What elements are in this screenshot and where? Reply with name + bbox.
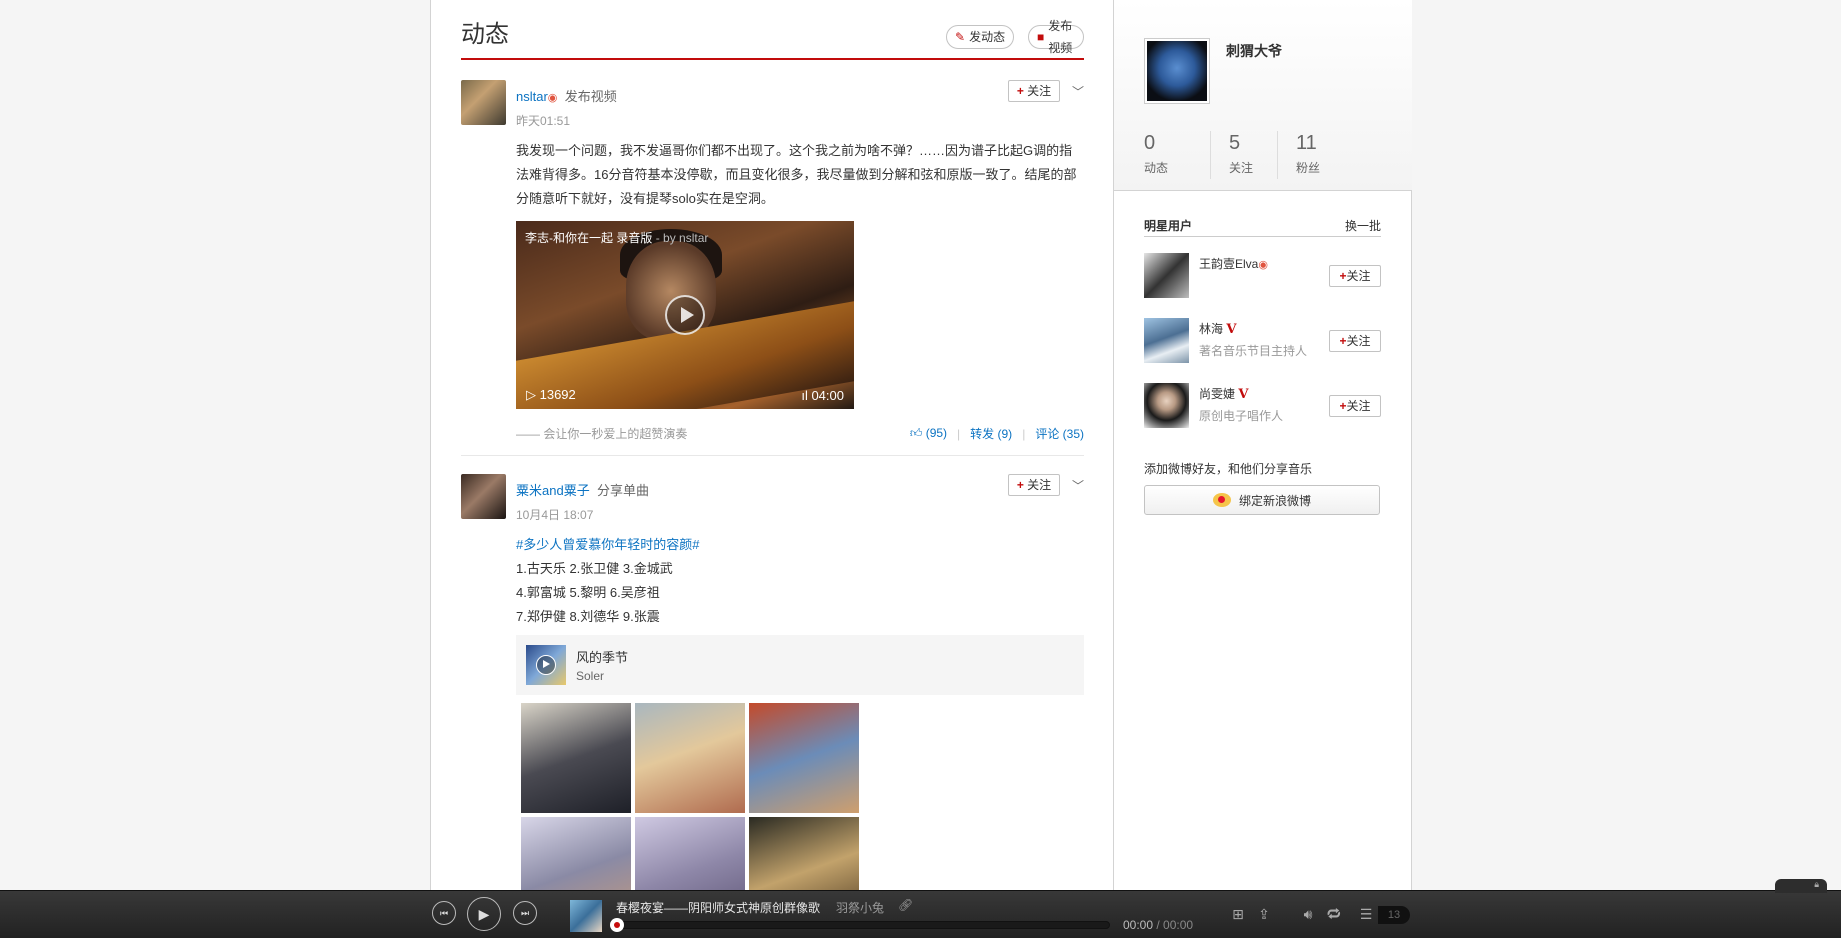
user-name[interactable]: 粟米and粟子 <box>516 483 590 498</box>
post-time: 昨天01:51 <box>516 114 571 128</box>
star-user-desc: 著名音乐节目主持人 <box>1199 344 1308 358</box>
follow-button[interactable]: +关注 <box>1329 395 1381 417</box>
feed-list: + 关注 ﹀ nsltar◉ 发布视频 昨天01:51 我发现一个问题，我不发逼… <box>461 80 1084 890</box>
post-video-button[interactable]: ■ 发布视频 <box>1028 19 1084 55</box>
post-time: 10月4日 18:07 <box>516 508 594 522</box>
bind-tip: 添加微博好友，和他们分享音乐 <box>1144 462 1313 476</box>
avatar[interactable] <box>1144 383 1189 428</box>
play-icon[interactable] <box>536 655 556 675</box>
play-icon[interactable]: ▶ <box>467 897 501 931</box>
song-artist[interactable]: Soler <box>576 669 604 683</box>
content-wrap: 动态 ✎ 发动态 ■ 发布视频 + 关注 ﹀ nsltar◉ 发布视频 昨天01… <box>430 0 1412 890</box>
sidebar: 刺猬大爷 0 动态 5 关注 11 粉丝 明星用户 换一批 王韵壹Elva◉ +关注 … <box>1114 0 1412 890</box>
pencil-icon: ✎ <box>955 30 966 44</box>
photo-grid <box>521 703 1084 890</box>
post-quote: —— 会让你一秒爱上的超赞演奏 <box>516 427 688 441</box>
add-to-playlist-icon[interactable]: ⊞ <box>1228 905 1248 923</box>
video-camera-icon: ■ <box>1037 30 1045 44</box>
lock-icon[interactable]: 🔒︎ <box>1775 879 1827 893</box>
photo[interactable] <box>635 817 745 890</box>
photo[interactable] <box>521 817 631 890</box>
star-user-name[interactable]: 王韵壹Elva <box>1199 257 1258 271</box>
post-actions: —— 会让你一秒爱上的超赞演奏 👍︎ (95) | 转发 (9) | 评论 (3… <box>516 425 1084 442</box>
verified-music-icon: ◉ <box>547 92 558 104</box>
photo[interactable] <box>749 703 859 813</box>
avatar[interactable] <box>1144 253 1189 298</box>
feed-column: 动态 ✎ 发动态 ■ 发布视频 + 关注 ﹀ nsltar◉ 发布视频 昨天01… <box>431 0 1114 890</box>
star-user-name[interactable]: 林海 <box>1199 322 1223 336</box>
profile-name[interactable]: 刺猬大爷 <box>1226 41 1282 61</box>
profile-stats: 0 动态 5 关注 11 粉丝 <box>1144 131 1345 179</box>
follow-button[interactable]: + 关注 <box>1008 474 1060 496</box>
star-user-item: 林海 V 著名音乐节目主持人 +关注 <box>1144 318 1381 364</box>
feed-item: + 关注 ﹀ 粟米and粟子 分享单曲 10月4日 18:07 #多少人曾爱慕你… <box>461 474 1084 890</box>
song-card[interactable]: 风的季节 Soler <box>516 635 1084 695</box>
avatar[interactable] <box>461 80 506 125</box>
loop-icon[interactable]: 🔁︎ <box>1324 905 1344 923</box>
profile-card: 刺猬大爷 0 动态 5 关注 11 粉丝 <box>1114 0 1412 191</box>
chevron-down-icon[interactable]: ﹀ <box>1072 83 1084 100</box>
progress-bar[interactable] <box>616 921 1110 929</box>
video-title: 李志-和你在一起 录音版 - by nsltar <box>525 231 709 245</box>
refresh-batch-link[interactable]: 换一批 <box>1345 217 1381 234</box>
star-user-desc: 原创电子唱作人 <box>1199 409 1284 423</box>
playlist-icon[interactable]: ☰ <box>1356 905 1376 923</box>
user-name[interactable]: nsltar <box>516 89 548 104</box>
star-users-header: 明星用户 换一批 <box>1144 217 1381 237</box>
follow-button[interactable]: +关注 <box>1329 330 1381 352</box>
playlist-count[interactable]: 13 <box>1378 906 1410 924</box>
avatar[interactable] <box>461 474 506 519</box>
now-playing-title[interactable]: 春樱夜宴——阴阳师女式神原创群像歌 <box>616 899 820 916</box>
now-playing-cover[interactable] <box>570 900 602 932</box>
play-count: ▷ 13692 <box>526 387 576 402</box>
share-icon[interactable]: ⇪ <box>1254 905 1274 923</box>
chevron-down-icon[interactable]: ﹀ <box>1072 477 1084 494</box>
topic-tag[interactable]: #多少人曾爱慕你年轻时的容颜# <box>516 533 1084 557</box>
star-user-item: 尚雯婕 V 原创电子唱作人 +关注 <box>1144 383 1381 429</box>
post-text: #多少人曾爱慕你年轻时的容颜# 1.古天乐 2.张卫健 3.金城武 4.郭富城 … <box>516 533 1084 629</box>
play-time: 00:00 / 00:00 <box>1123 918 1194 932</box>
progress-knob[interactable] <box>610 918 624 932</box>
post-update-button[interactable]: ✎ 发动态 <box>946 25 1015 49</box>
link-icon[interactable]: 🔗︎ <box>898 898 913 912</box>
avatar[interactable] <box>1144 318 1189 363</box>
action-text: 发布视频 <box>564 89 617 104</box>
profile-avatar[interactable] <box>1144 38 1210 104</box>
previous-icon[interactable]: ⏮︎ <box>432 901 456 925</box>
feed-item: + 关注 ﹀ nsltar◉ 发布视频 昨天01:51 我发现一个问题，我不发逼… <box>461 80 1084 456</box>
star-user-name[interactable]: 尚雯婕 <box>1199 387 1235 401</box>
verified-badge: V <box>1238 387 1249 402</box>
thumb-up-icon: 👍︎ <box>909 426 923 440</box>
follow-button[interactable]: +关注 <box>1329 265 1381 287</box>
next-icon[interactable]: ⏭︎ <box>513 901 537 925</box>
follow-button[interactable]: + 关注 <box>1008 80 1060 102</box>
photo[interactable] <box>635 703 745 813</box>
play-icon[interactable] <box>665 295 705 335</box>
weibo-icon <box>1212 493 1231 507</box>
player-bar: 🔒︎ ⏮︎ ▶ ⏭︎ 春樱夜宴——阴阳师女式神原创群像歌 羽祭小兔 🔗︎ 00:… <box>0 879 1841 938</box>
stat-following[interactable]: 5 关注 <box>1211 131 1278 179</box>
feed-header: 动态 ✎ 发动态 ■ 发布视频 <box>461 19 1084 60</box>
action-text: 分享单曲 <box>597 483 650 498</box>
video-card[interactable]: 李志-和你在一起 录音版 - by nsltar ▷ 13692 ıl 04:0… <box>516 221 854 409</box>
bind-weibo-button[interactable]: 绑定新浪微博 <box>1144 485 1380 515</box>
photo[interactable] <box>521 703 631 813</box>
photo[interactable] <box>749 817 859 890</box>
verified-music-icon: ◉ <box>1258 259 1268 271</box>
volume-icon[interactable]: 🔊︎ <box>1298 905 1318 923</box>
verified-badge: V <box>1226 322 1237 337</box>
video-duration: ıl 04:00 <box>801 388 844 403</box>
share-button[interactable]: 转发 (9) <box>970 425 1012 442</box>
stat-updates[interactable]: 0 动态 <box>1144 131 1211 179</box>
now-playing-artist[interactable]: 羽祭小兔 <box>836 899 884 916</box>
stat-followers[interactable]: 11 粉丝 <box>1278 131 1345 179</box>
song-name[interactable]: 风的季节 <box>576 647 628 666</box>
star-user-item: 王韵壹Elva◉ +关注 <box>1144 253 1381 299</box>
comment-button[interactable]: 评论 (35) <box>1035 425 1084 442</box>
like-button[interactable]: 👍︎ (95) <box>910 426 947 441</box>
post-text: 我发现一个问题，我不发逼哥你们都不出现了。这个我之前为啥不弹？……因为谱子比起G… <box>516 143 1077 206</box>
